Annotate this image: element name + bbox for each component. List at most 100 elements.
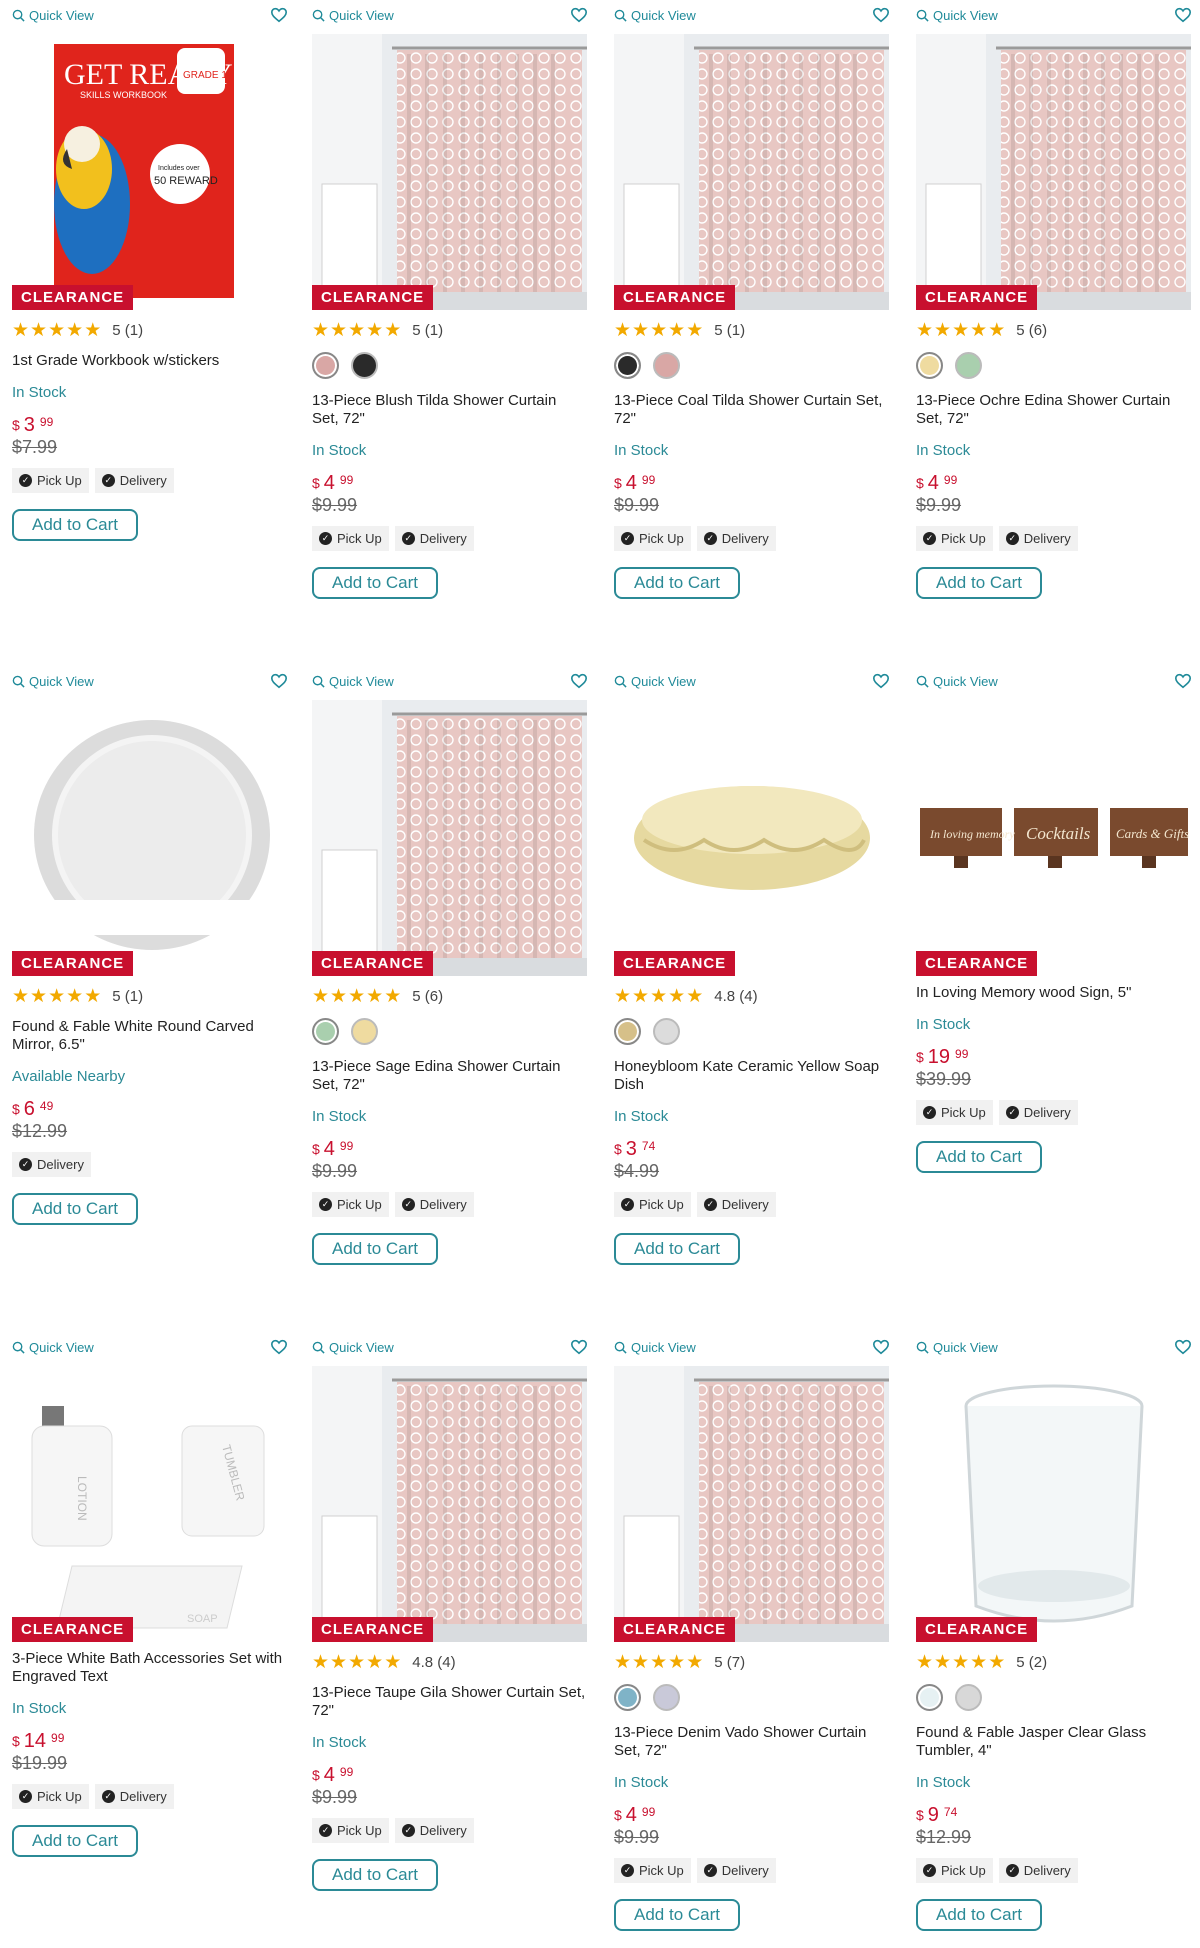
rating-stars: ★ ★ ★ ★ ★: [614, 987, 703, 1006]
color-swatch[interactable]: [614, 1684, 641, 1711]
add-to-cart-button[interactable]: Add to Cart: [312, 1233, 438, 1265]
product-title[interactable]: 13-Piece Denim Vado Shower Curtain Set, …: [614, 1724, 889, 1760]
product-title[interactable]: 13-Piece Taupe Gila Shower Curtain Set, …: [312, 1684, 587, 1720]
star-icon: ★: [970, 319, 988, 341]
star-icon: ★: [12, 319, 30, 341]
heart-icon[interactable]: [270, 6, 288, 24]
search-icon: [312, 1341, 325, 1354]
add-to-cart-button[interactable]: Add to Cart: [614, 1899, 740, 1931]
product-title[interactable]: In Loving Memory wood Sign, 5": [916, 984, 1191, 1002]
heart-icon[interactable]: [1174, 6, 1192, 24]
product-title[interactable]: 3-Piece White Bath Accessories Set with …: [12, 1650, 287, 1686]
add-to-cart-button[interactable]: Add to Cart: [614, 567, 740, 599]
heart-icon[interactable]: [872, 1338, 890, 1356]
stock-status: In Stock: [12, 384, 67, 401]
product-title[interactable]: Found & Fable White Round Carved Mirror,…: [12, 1018, 287, 1054]
color-swatch[interactable]: [653, 1018, 680, 1045]
product-title[interactable]: Honeybloom Kate Ceramic Yellow Soap Dish: [614, 1058, 889, 1094]
add-to-cart-button[interactable]: Add to Cart: [312, 567, 438, 599]
product-image[interactable]: CLEARANCE: [916, 34, 1191, 310]
rating-count: 5 (1): [112, 321, 144, 339]
rating-stars: ★ ★ ★ ★ ★: [312, 321, 401, 340]
product-image[interactable]: CLEARANCE: [614, 1366, 889, 1642]
add-to-cart-button[interactable]: Add to Cart: [614, 1233, 740, 1265]
color-swatch[interactable]: [312, 352, 339, 379]
star-icon: ★: [650, 985, 668, 1007]
star-icon: ★: [366, 1651, 384, 1673]
heart-icon[interactable]: [270, 672, 288, 690]
rating-stars: ★ ★ ★ ★ ★: [614, 321, 703, 340]
color-swatch[interactable]: [955, 352, 982, 379]
check-icon: ✓: [19, 474, 32, 487]
product-title[interactable]: 13-Piece Ochre Edina Shower Curtain Set,…: [916, 392, 1191, 428]
add-to-cart-button[interactable]: Add to Cart: [12, 509, 138, 541]
quick-view-link[interactable]: Quick View: [916, 1340, 998, 1355]
quick-view-link[interactable]: Quick View: [916, 674, 998, 689]
product-image[interactable]: CLEARANCE: [312, 700, 587, 976]
product-title[interactable]: 13-Piece Coal Tilda Shower Curtain Set, …: [614, 392, 889, 428]
rating: ★ ★ ★ ★ ★ 5 (6): [312, 984, 587, 1008]
quick-view-link[interactable]: Quick View: [614, 1340, 696, 1355]
heart-icon[interactable]: [270, 1338, 288, 1356]
add-to-cart-button[interactable]: Add to Cart: [12, 1825, 138, 1857]
quick-view-link[interactable]: Quick View: [614, 8, 696, 23]
color-swatch[interactable]: [351, 352, 378, 379]
product-image[interactable]: CLEARANCE: [614, 34, 889, 310]
stock-status: In Stock: [916, 1774, 971, 1791]
color-swatch[interactable]: [653, 1684, 680, 1711]
heart-icon[interactable]: [872, 672, 890, 690]
product-details: ★ ★ ★ ★ ★ 5 (6) 13-Piece Sage Edina Shower C…: [312, 984, 587, 1265]
add-to-cart-button[interactable]: Add to Cart: [916, 1899, 1042, 1931]
quick-view-link[interactable]: Quick View: [312, 8, 394, 23]
original-price: $12.99: [12, 1121, 68, 1141]
add-to-cart-button[interactable]: Add to Cart: [916, 1141, 1042, 1173]
quick-view-link[interactable]: Quick View: [312, 674, 394, 689]
color-swatch[interactable]: [916, 352, 943, 379]
color-swatch[interactable]: [955, 1684, 982, 1711]
quick-view-link[interactable]: Quick View: [312, 1340, 394, 1355]
product-image[interactable]: In loving memory Cocktails Cards & Gifts C…: [916, 700, 1191, 976]
color-swatch[interactable]: [614, 352, 641, 379]
fulfillment-label: Pick Up: [941, 1863, 986, 1878]
color-swatch[interactable]: [916, 1684, 943, 1711]
fulfillment-label: Pick Up: [639, 531, 684, 546]
product-image[interactable]: CLEARANCE: [916, 1366, 1191, 1642]
heart-icon[interactable]: [570, 6, 588, 24]
quick-view-link[interactable]: Quick View: [12, 1340, 94, 1355]
quick-view-link[interactable]: Quick View: [916, 8, 998, 23]
product-image[interactable]: CLEARANCE: [312, 1366, 587, 1642]
product-title[interactable]: 13-Piece Sage Edina Shower Curtain Set, …: [312, 1058, 587, 1094]
color-swatch[interactable]: [614, 1018, 641, 1045]
color-swatch[interactable]: [312, 1018, 339, 1045]
product-image[interactable]: GET READY SKILLS WORKBOOK GRADE 1 Includes …: [12, 34, 287, 310]
heart-icon[interactable]: [570, 672, 588, 690]
color-swatch[interactable]: [351, 1018, 378, 1045]
product-title[interactable]: 1st Grade Workbook w/stickers: [12, 352, 287, 370]
rating-count: 5 (1): [112, 987, 144, 1005]
heart-icon[interactable]: [872, 6, 890, 24]
add-to-cart-button[interactable]: Add to Cart: [916, 567, 1042, 599]
stock-status: In Stock: [916, 1016, 971, 1033]
product-image[interactable]: CLEARANCE: [614, 700, 889, 976]
heart-icon[interactable]: [570, 1338, 588, 1356]
star-icon: ★: [312, 319, 330, 341]
price-dollars: 4: [625, 472, 637, 494]
add-to-cart-button[interactable]: Add to Cart: [312, 1859, 438, 1891]
sale-price: $ 14 99: [12, 1731, 287, 1751]
product-title[interactable]: Found & Fable Jasper Clear Glass Tumbler…: [916, 1724, 1191, 1760]
rating-stars: ★ ★ ★ ★ ★: [916, 321, 1005, 340]
star-icon: ★: [84, 985, 102, 1007]
product-image[interactable]: CLEARANCE: [12, 700, 287, 976]
product-image[interactable]: CLEARANCE: [312, 34, 587, 310]
heart-icon[interactable]: [1174, 1338, 1192, 1356]
product-title[interactable]: 13-Piece Blush Tilda Shower Curtain Set,…: [312, 392, 587, 428]
product-image[interactable]: LOTION TUMBLER SOAP CLEARANCE: [12, 1366, 287, 1642]
star-icon: ★: [952, 1651, 970, 1673]
check-icon: ✓: [1005, 532, 1019, 545]
quick-view-link[interactable]: Quick View: [614, 674, 696, 689]
color-swatch[interactable]: [653, 352, 680, 379]
quick-view-link[interactable]: Quick View: [12, 674, 94, 689]
quick-view-link[interactable]: Quick View: [12, 8, 94, 23]
add-to-cart-button[interactable]: Add to Cart: [12, 1193, 138, 1225]
heart-icon[interactable]: [1174, 672, 1192, 690]
